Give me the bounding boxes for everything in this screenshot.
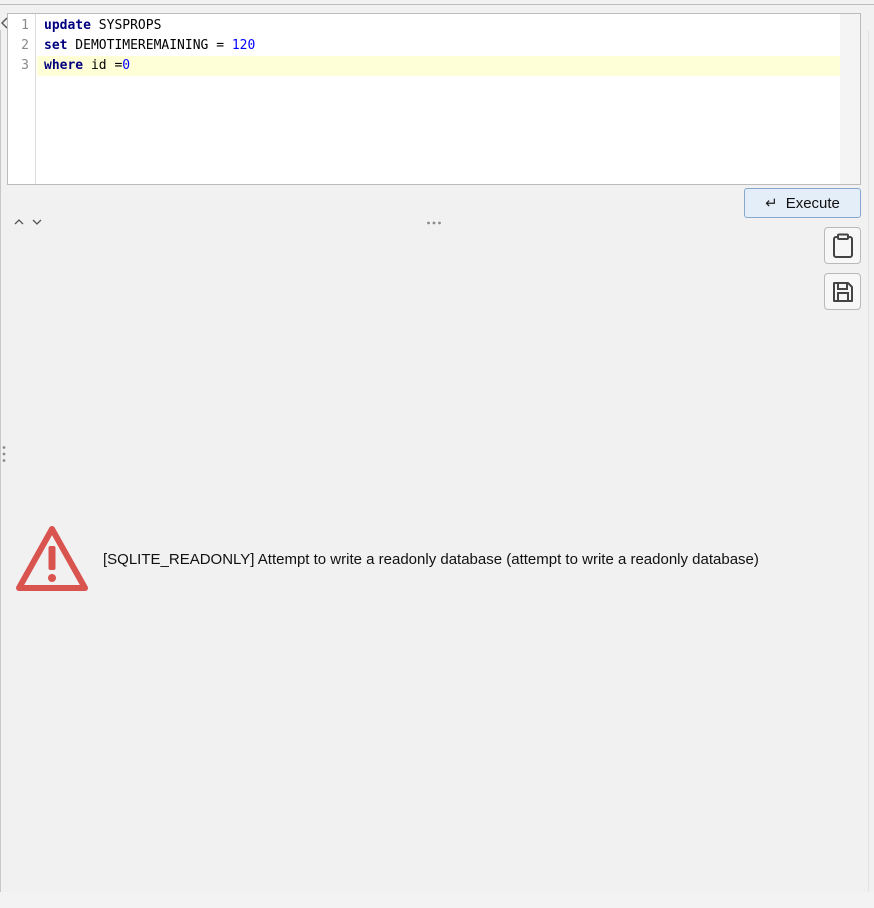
- line-number-gutter: 1 2 3: [8, 14, 36, 184]
- line-number: 2: [21, 38, 29, 53]
- sql-number: 120: [231, 38, 256, 53]
- horizontal-splitter-handle[interactable]: [426, 218, 442, 228]
- save-button[interactable]: [824, 273, 861, 310]
- clipboard-icon: [832, 233, 853, 258]
- execute-label: Execute: [785, 194, 840, 212]
- result-navigation: [13, 215, 43, 229]
- warning-triangle-icon: [16, 526, 88, 591]
- line-number: 3: [21, 58, 29, 73]
- sql-keyword: update: [44, 18, 91, 33]
- copy-button[interactable]: [824, 227, 861, 264]
- enter-arrow-icon: ↵: [765, 194, 778, 212]
- sql-keyword: set: [44, 38, 68, 53]
- sql-text: SYSPROPS: [90, 18, 162, 33]
- code-line[interactable]: set DEMOTIMEREMAINING = 120: [37, 36, 840, 56]
- sql-number: 0: [122, 58, 131, 73]
- code-line-current[interactable]: where id =0: [37, 56, 840, 76]
- vertical-splitter-handle[interactable]: [0, 444, 8, 464]
- save-disk-icon: [832, 281, 853, 302]
- sql-text: id =: [83, 58, 123, 73]
- error-message: [SQLITE_READONLY] Attempt to write a rea…: [103, 551, 759, 568]
- sql-text: DEMOTIMEREMAINING =: [67, 38, 232, 53]
- bottom-strip: [0, 892, 874, 908]
- execute-button[interactable]: ↵ Execute: [744, 188, 861, 218]
- chevron-up-icon[interactable]: [13, 215, 25, 229]
- error-message-row: [SQLITE_READONLY] Attempt to write a rea…: [15, 524, 855, 596]
- sql-editor[interactable]: 1 2 3 update SYSPROPS set DEMOTIMEREMAIN…: [7, 13, 861, 185]
- code-line[interactable]: update SYSPROPS: [37, 16, 840, 36]
- line-number: 1: [21, 18, 29, 33]
- right-border: [868, 30, 869, 892]
- top-divider: [0, 4, 874, 5]
- sql-keyword: where: [44, 58, 84, 73]
- editor-scrollbar[interactable]: [840, 14, 860, 184]
- chevron-down-icon[interactable]: [31, 215, 43, 229]
